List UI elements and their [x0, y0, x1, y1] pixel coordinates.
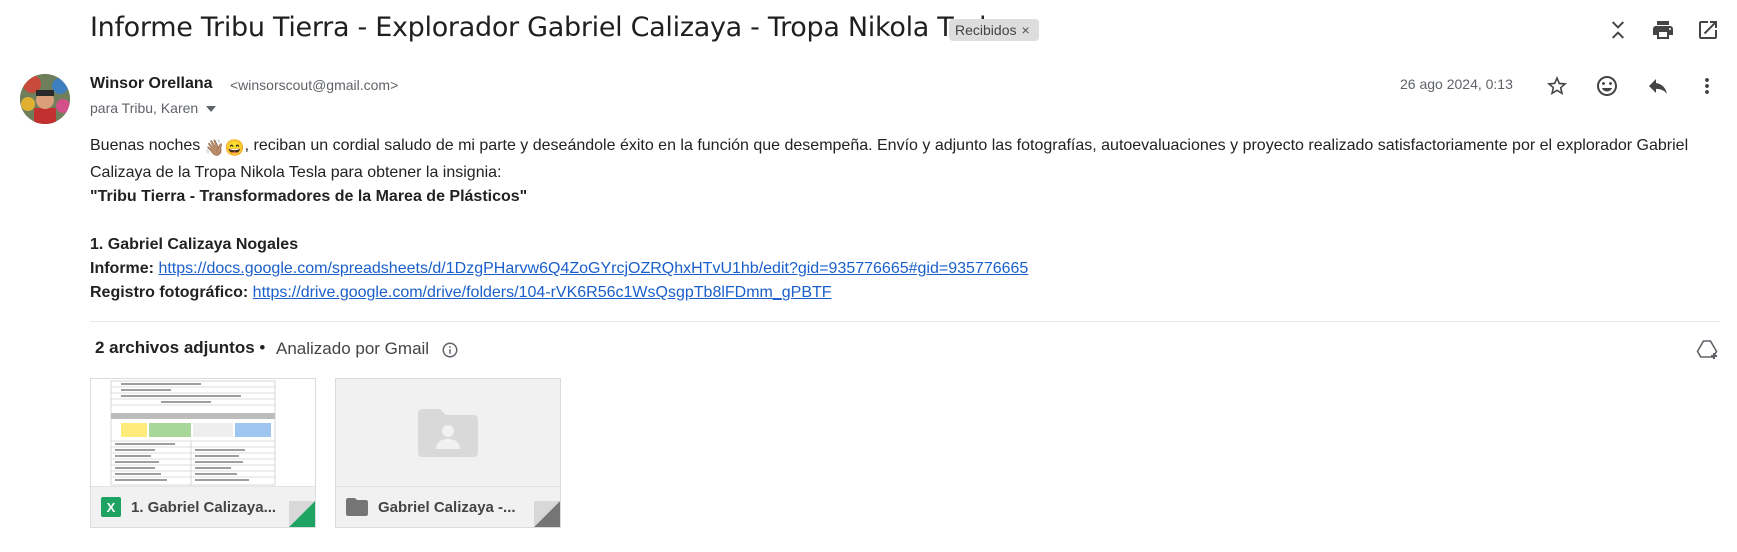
- attachment-footer-1: X 1. Gabriel Calizaya...: [91, 486, 315, 527]
- sender-avatar[interactable]: [20, 74, 70, 124]
- collapse-all-button[interactable]: [1602, 14, 1634, 46]
- email-body: Buenas noches 👋🏽😄, reciban un cordial sa…: [90, 134, 1720, 305]
- emoji-icon: [1597, 76, 1617, 96]
- spreadsheet-preview: [91, 379, 315, 487]
- folder-preview: [336, 379, 560, 487]
- page-fold-icon: [534, 501, 560, 527]
- waving-hand-emoji: 👋🏽😄: [204, 140, 245, 157]
- attachments-separator: •: [254, 338, 266, 357]
- save-all-to-drive-button[interactable]: [1691, 334, 1723, 366]
- info-icon[interactable]: [441, 341, 459, 359]
- email-subject: Informe Tribu Tierra - Explorador Gabrie…: [90, 12, 1003, 43]
- body-line-1: , reciban un cordial saludo de mi parte …: [90, 137, 1689, 181]
- attachment-card-1[interactable]: X 1. Gabriel Calizaya...: [90, 378, 316, 528]
- attachments-count-text: 2 archivos adjuntos: [95, 338, 255, 357]
- collapse-icon: [1612, 21, 1624, 39]
- reply-button[interactable]: [1642, 70, 1674, 102]
- add-to-drive-icon: [1696, 340, 1718, 359]
- email-date: 26 ago 2024, 0:13: [1400, 76, 1513, 92]
- open-in-new-icon: [1699, 21, 1717, 39]
- attachments-divider: [90, 321, 1720, 322]
- sender-name[interactable]: Winsor Orellana: [90, 75, 213, 93]
- svg-text:X: X: [107, 500, 116, 515]
- label-chip-inbox[interactable]: Recibidos ×: [949, 19, 1039, 41]
- print-icon: [1653, 21, 1673, 39]
- open-in-new-window-button[interactable]: [1692, 14, 1724, 46]
- shared-folder-icon: [418, 409, 478, 457]
- folder-file-icon: [346, 498, 368, 516]
- informe-label: Informe:: [90, 260, 154, 277]
- body-paragraph: Buenas noches 👋🏽😄, reciban un cordial sa…: [90, 134, 1720, 185]
- more-vert-icon: [1705, 78, 1709, 94]
- more-options-button[interactable]: [1691, 70, 1723, 102]
- print-button[interactable]: [1647, 14, 1679, 46]
- star-icon: [1547, 76, 1567, 95]
- informe-line: Informe: https://docs.google.com/spreads…: [90, 257, 1720, 281]
- registro-link[interactable]: https://drive.google.com/drive/folders/1…: [253, 284, 832, 301]
- greeting-text: Buenas noches: [90, 137, 205, 154]
- attachments-analyzed: Analizado por Gmail: [276, 339, 430, 358]
- attachment-name-1: 1. Gabriel Calizaya...: [131, 498, 277, 516]
- insignia-title: "Tribu Tierra - Transformadores de la Ma…: [90, 188, 528, 205]
- star-button[interactable]: [1541, 70, 1573, 102]
- recipients-text: para Tribu, Karen: [90, 100, 199, 116]
- informe-link[interactable]: https://docs.google.com/spreadsheets/d/1…: [158, 260, 1028, 277]
- add-reaction-button[interactable]: [1591, 70, 1623, 102]
- avatar-photo: [20, 74, 70, 124]
- registro-label: Registro fotográfico:: [90, 284, 249, 301]
- item-title: 1. Gabriel Calizaya Nogales: [90, 236, 299, 253]
- remove-label-icon[interactable]: ×: [1021, 22, 1029, 38]
- reply-icon: [1649, 79, 1667, 94]
- attachment-card-2[interactable]: Gabriel Calizaya -...: [335, 378, 561, 528]
- registro-line: Registro fotográfico: https://drive.goog…: [90, 281, 1720, 305]
- label-chip-text: Recibidos: [955, 22, 1017, 38]
- show-details-icon[interactable]: [206, 106, 217, 113]
- spreadsheet-file-icon: X: [101, 497, 121, 517]
- recipients[interactable]: para Tribu, Karen: [90, 100, 217, 116]
- attachment-footer-2: Gabriel Calizaya -...: [336, 486, 560, 527]
- attachments-count: 2 archivos adjuntos •: [95, 338, 265, 358]
- page-fold-icon: [289, 501, 315, 527]
- attachment-name-2: Gabriel Calizaya -...: [378, 498, 516, 516]
- sender-email: <winsorscout@gmail.com>: [230, 77, 399, 93]
